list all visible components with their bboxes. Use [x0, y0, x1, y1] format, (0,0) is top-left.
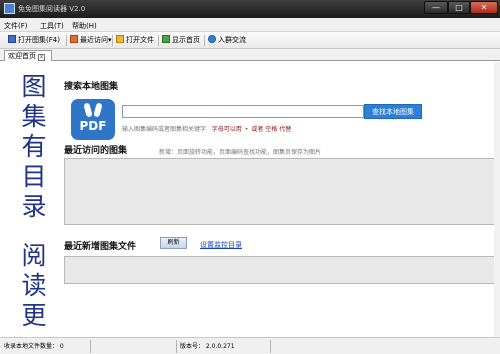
tab-strip: 欢迎首页 x	[0, 49, 500, 61]
recent-section-title: 最近访问的图集	[64, 146, 128, 156]
folder-icon	[116, 35, 124, 43]
status-bar: 收录本地文件数量： 0 版本号： 2.0.0.271	[0, 337, 500, 354]
toolbar-separator	[112, 35, 113, 46]
refresh-button[interactable]: 刷新	[160, 237, 187, 249]
title-bar: 免免图集阅读器 V2.0 — □ ✕	[0, 0, 500, 18]
feature-description: 新增：页面旋转功能，页面编码查找功能，图集页保存为图片	[159, 149, 322, 156]
vertical-scrollbar[interactable]	[494, 62, 500, 337]
menu-help[interactable]: 帮助(H)	[72, 21, 97, 31]
version-status: 版本号： 2.0.0.271	[180, 343, 235, 350]
maximize-button[interactable]: □	[448, 1, 470, 14]
menu-file[interactable]: 文件(F)	[4, 21, 28, 31]
app-icon	[4, 3, 15, 14]
open-album-button[interactable]: 打开图集(F4)	[8, 35, 60, 46]
toolbar: 打开图集(F4) 最近访问▾ 打开文件 显示首页 入群交流	[0, 32, 500, 49]
open-file-button[interactable]: 打开文件	[116, 35, 154, 46]
window-title: 免免图集阅读器 V2.0	[18, 5, 86, 13]
set-monitor-directory-link[interactable]: 设置监控目录	[200, 240, 242, 250]
tab-welcome-home[interactable]: 欢迎首页 x	[4, 50, 52, 61]
search-hint: 输入图集编码或者图集相关键字 字母可以用 • 或者 空格 代替	[122, 126, 292, 133]
show-home-button[interactable]: 显示首页	[162, 35, 200, 46]
find-local-album-button[interactable]: 查找本地图集	[364, 104, 422, 119]
slogan-text: 图 集 有 目 录 阅 读 更	[21, 72, 47, 330]
toolbar-separator	[204, 35, 205, 46]
menu-tools[interactable]: 工具(T)	[40, 21, 64, 31]
chevron-down-icon: ▾	[108, 36, 112, 44]
recent-albums-panel[interactable]	[64, 158, 496, 225]
join-group-button[interactable]: 入群交流	[208, 35, 246, 46]
group-icon	[208, 35, 216, 43]
search-input[interactable]	[122, 105, 364, 118]
toolbar-separator	[66, 35, 67, 46]
recent-dropdown-button[interactable]: 最近访问▾	[70, 35, 112, 46]
recent-icon	[70, 35, 78, 43]
album-icon	[8, 35, 16, 43]
close-icon[interactable]: x	[38, 54, 45, 61]
close-button[interactable]: ✕	[470, 1, 498, 14]
menu-bar: 文件(F) 工具(T) 帮助(H)	[0, 18, 500, 32]
file-count-status: 收录本地文件数量： 0	[4, 343, 64, 350]
latest-section-title: 最近新增图集文件	[64, 242, 137, 252]
pdf-logo-icon: PDF	[71, 99, 115, 140]
minimize-button[interactable]: —	[424, 1, 448, 14]
toolbar-separator	[158, 35, 159, 46]
home-icon	[162, 35, 170, 43]
latest-files-panel[interactable]	[64, 256, 496, 284]
search-section-title: 搜索本地图集	[64, 82, 119, 92]
